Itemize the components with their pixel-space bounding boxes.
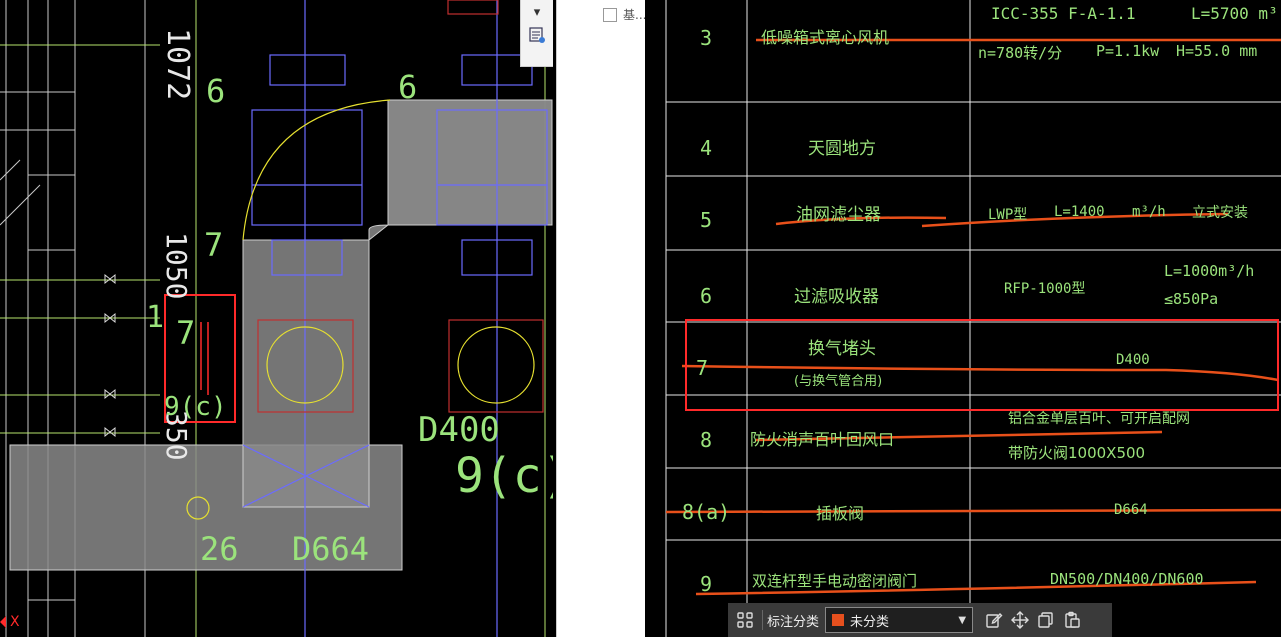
dim-label-1050: 1050 — [160, 232, 193, 300]
chevron-down-icon[interactable]: ▾ — [525, 2, 549, 24]
row-8-name: 防火消声百叶回风口 — [750, 430, 895, 449]
row-4-no: 4 — [700, 136, 713, 160]
annotation-category-select[interactable]: 未分类 ▼ — [825, 607, 974, 633]
annotation-toolbar: 标注分类 未分类 ▼ — [728, 603, 1112, 637]
row-3-head: H=55.0 mm — [1176, 42, 1258, 60]
row-7-size: D400 — [1116, 352, 1150, 368]
layer-list-icon[interactable] — [525, 26, 549, 48]
equipment-table-grid — [665, 0, 1281, 637]
cad-viewport-right[interactable]: 3 低噪箱式离心风机 ICC-355 F-A-1.1 L=5700 m³ n=7… — [646, 0, 1281, 637]
row-6-name: 过滤吸收器 — [794, 287, 879, 307]
row-5-no: 5 — [700, 208, 713, 232]
row-5-flow: L=1400 — [1054, 204, 1105, 220]
row-3-no: 3 — [700, 26, 713, 50]
row-9-sizes: DN500/DN400/DN600 — [1050, 570, 1204, 588]
paste-icon[interactable] — [1059, 607, 1085, 633]
row-6-flow: L=1000m³/h — [1164, 262, 1255, 280]
label-d400: D400 — [418, 410, 500, 450]
row-7-name: 换气堵头 — [808, 339, 876, 359]
row-6-pressure: ≤850Pa — [1164, 290, 1219, 308]
row-8-no: 8 — [700, 428, 713, 452]
chevron-down-icon: ▼ — [958, 614, 967, 626]
row-8a-size: D664 — [1114, 502, 1148, 518]
base-checkbox-label: 基... — [623, 8, 645, 22]
label-6a: 6 — [206, 72, 226, 110]
row-5-type: LWP型 — [988, 207, 1028, 223]
grid-apps-icon[interactable] — [732, 607, 758, 633]
label-1: 1 — [146, 300, 165, 335]
row-7-sub: (与换气管合用) — [794, 374, 883, 389]
cad-viewport-left[interactable]: 1072 1050 350 6 6 7 7 1 9(c) D400 9(c) 2… — [0, 0, 553, 637]
row-4-name: 天圆地方 — [808, 139, 876, 159]
axis-x-label: X — [10, 614, 20, 630]
row-8-spec-a: 铝合金单层百叶、可开启配网 — [1008, 411, 1190, 427]
row-9-no: 9 — [700, 572, 713, 596]
label-7a: 7 — [204, 226, 224, 264]
row-3-power: P=1.1kw — [1096, 42, 1160, 60]
row-6-no: 6 — [700, 284, 713, 308]
row-8a-name: 插板阀 — [816, 504, 865, 523]
copy-icon[interactable] — [1033, 607, 1059, 633]
label-26: 26 — [200, 530, 239, 568]
dim-label-1072: 1072 — [160, 28, 195, 101]
label-6b: 6 — [398, 68, 418, 106]
row-3-name: 低噪箱式离心风机 — [761, 28, 890, 47]
cad-drawing-left — [0, 0, 553, 637]
base-checkbox[interactable] — [603, 8, 617, 22]
row-5-name: 油网滤尘器 — [796, 205, 881, 225]
view-mini-toolbar: ▾ — [520, 0, 553, 67]
row-7-no: 7 — [696, 356, 709, 380]
label-9c-large: 9(c) — [455, 448, 553, 504]
label-7b: 7 — [176, 314, 196, 352]
row-3-flow: L=5700 m³ — [1191, 4, 1278, 23]
side-panel: 基... — [556, 0, 645, 637]
row-5-install: 立式安装 — [1192, 205, 1248, 221]
label-9c-small: 9(c) — [164, 392, 227, 422]
row-9-name: 双连杆型手电动密闭阀门 — [752, 572, 918, 590]
annotation-category-label: 标注分类 — [767, 614, 820, 630]
category-color-swatch — [832, 614, 845, 626]
edit-icon[interactable] — [981, 607, 1007, 633]
row-5-unit: m³/h — [1132, 204, 1166, 220]
row-8-spec-b: 带防火阀1000X500 — [1008, 444, 1146, 462]
row-3-model: ICC-355 F-A-1.1 — [991, 4, 1136, 23]
category-selected-value: 未分类 — [850, 614, 890, 630]
toolbar-divider — [762, 610, 763, 630]
row-3-speed: n=780转/分 — [978, 44, 1063, 62]
move-icon[interactable] — [1007, 607, 1033, 633]
row-6-model: RFP-1000型 — [1004, 281, 1086, 297]
row-8a-no: 8(a) — [682, 500, 731, 524]
label-d664: D664 — [292, 530, 370, 568]
